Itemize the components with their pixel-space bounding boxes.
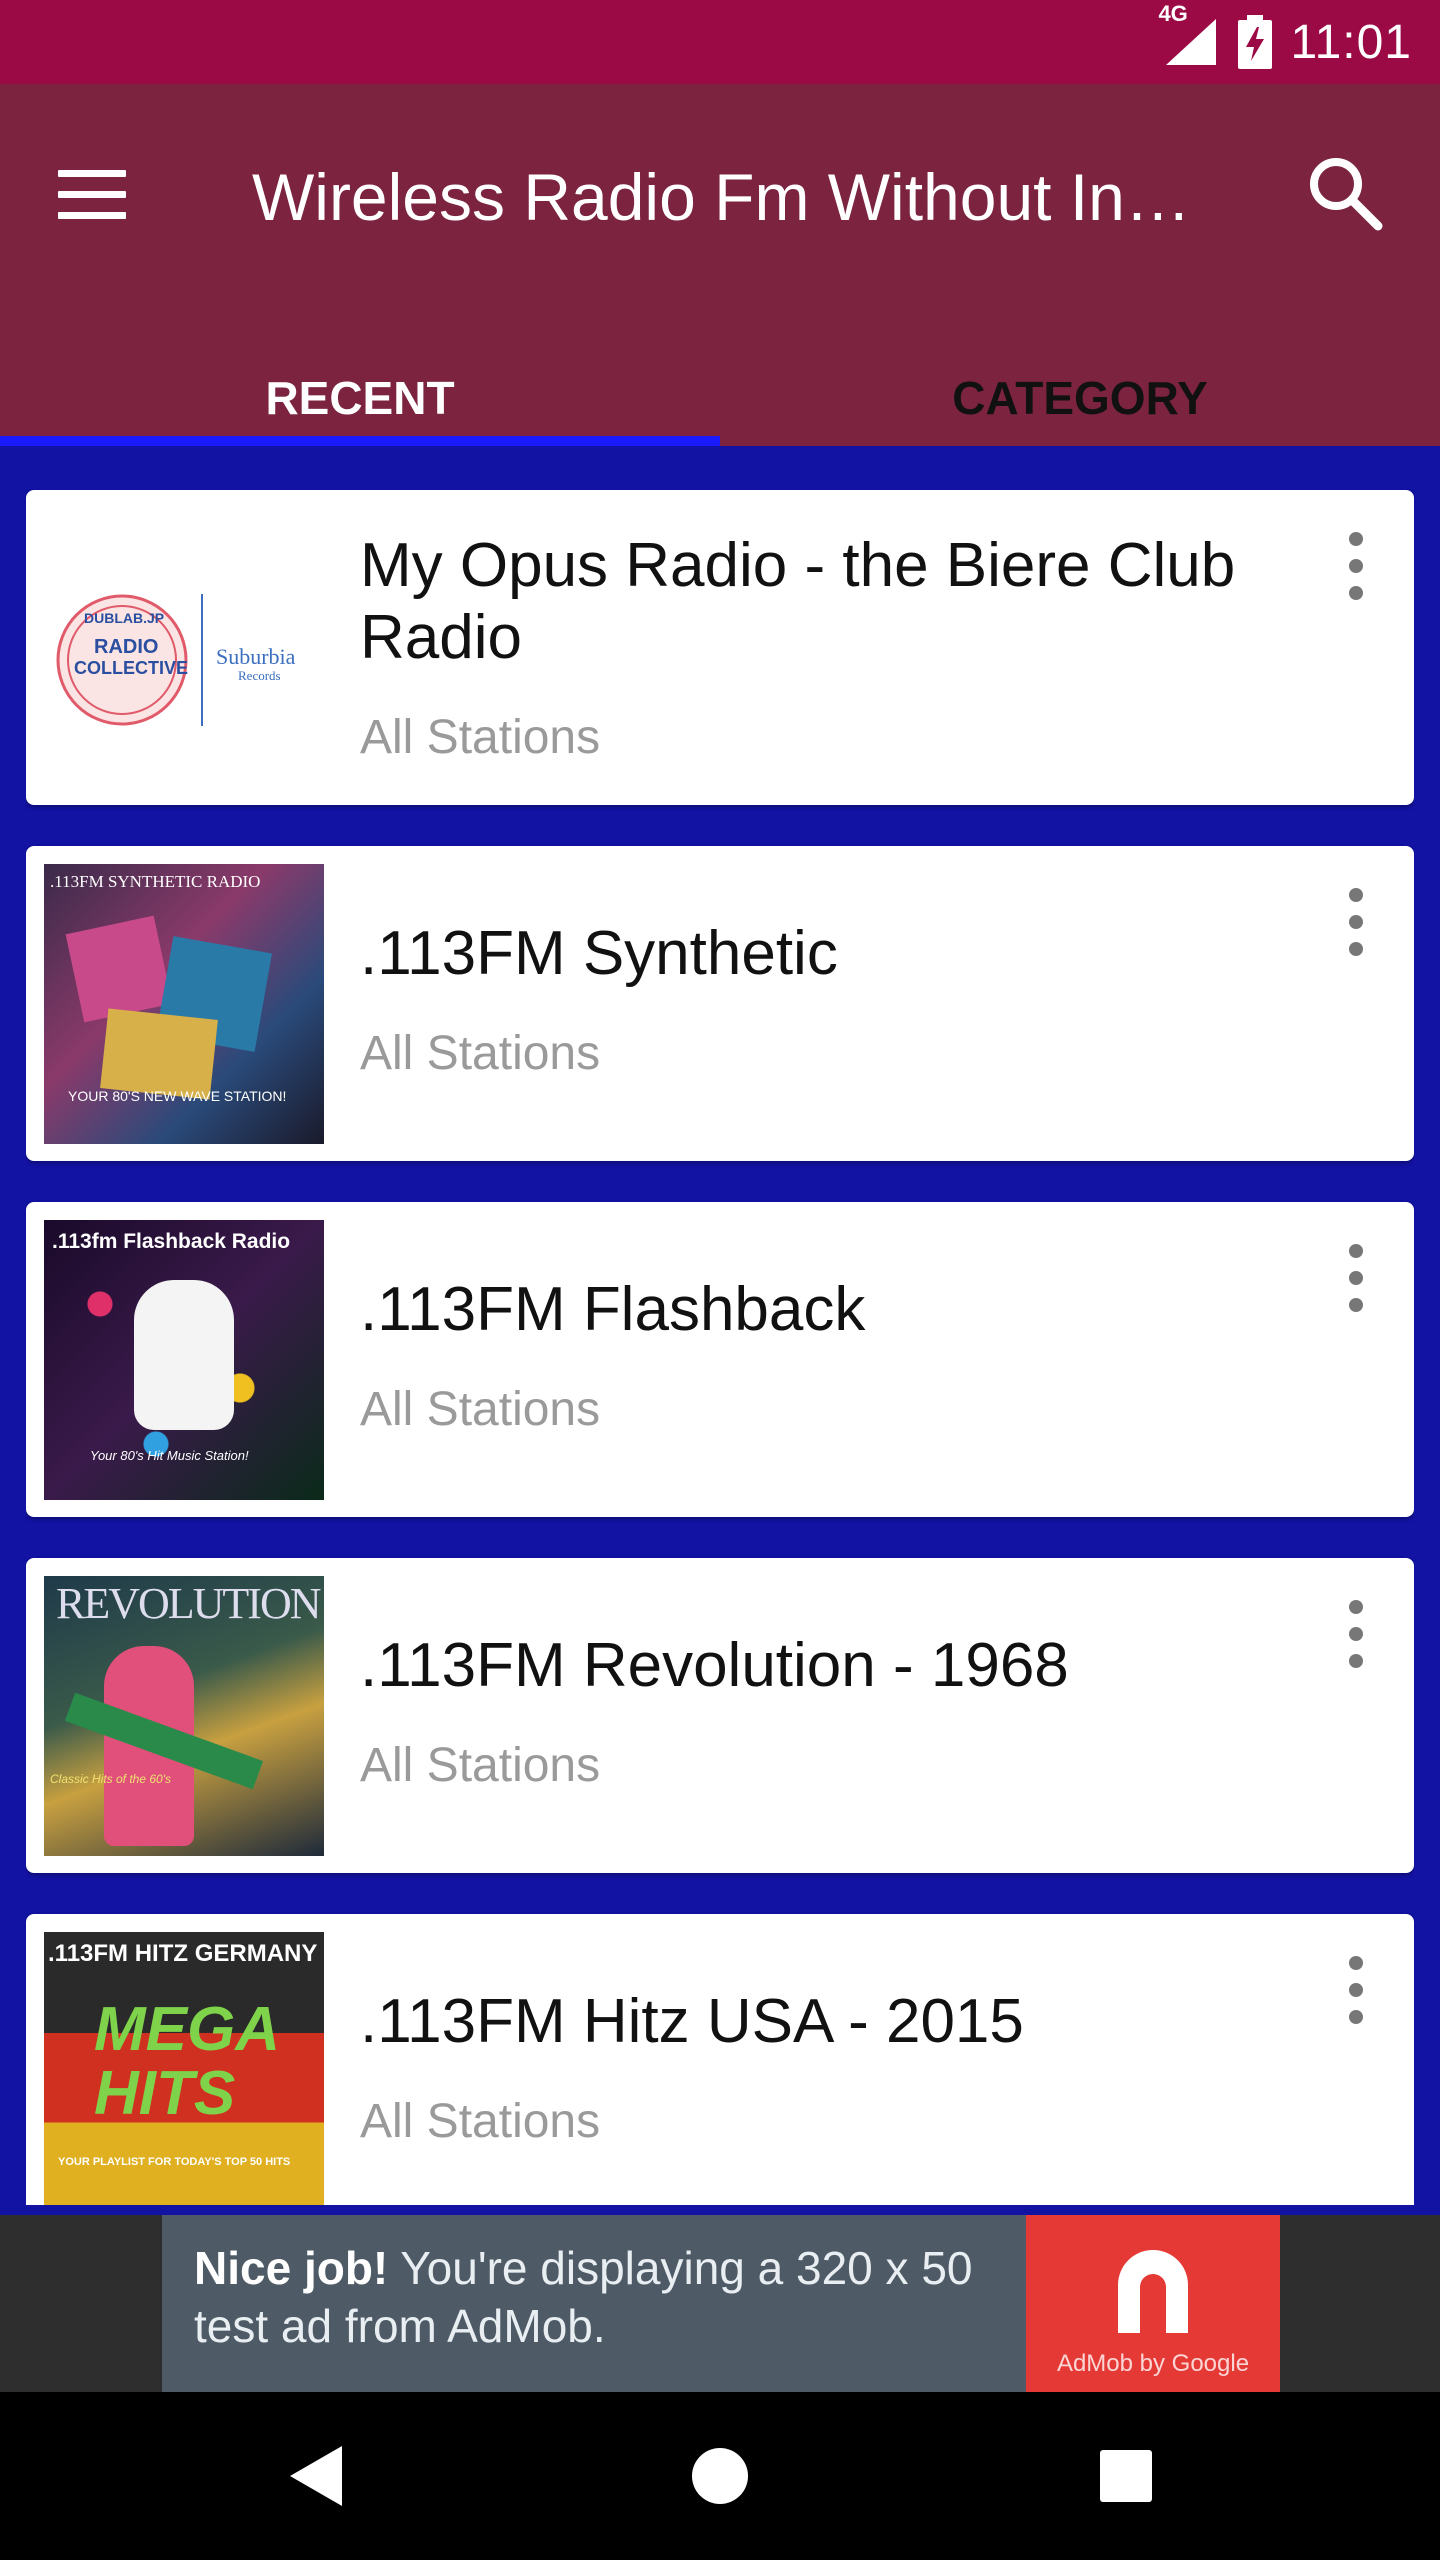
thumb-title: .113fm Flashback Radio — [52, 1230, 291, 1253]
station-logo: REVOLUTION Classic Hits of the 60's — [44, 1576, 324, 1856]
ad-text-bold: Nice job! — [194, 2242, 389, 2294]
navigation-bar — [0, 2392, 1440, 2560]
thumb-caption: Classic Hits of the 60's — [50, 1772, 172, 1786]
thumb-headline: MEGA HITS — [94, 1995, 278, 2128]
more-options-icon[interactable] — [1336, 1238, 1376, 1318]
astronaut-figure — [134, 1280, 234, 1430]
station-subtitle: All Stations — [360, 2095, 601, 2148]
more-options-icon[interactable] — [1336, 526, 1376, 606]
thumb-title: .113FM SYNTHETIC RADIO — [50, 872, 261, 891]
station-card[interactable]: .113FM HITZ GERMANY MEGA HITS YOUR PLAYL… — [26, 1914, 1414, 2205]
logo-text: DUBLAB.JP — [84, 610, 165, 626]
station-title: .113FM Hitz USA - 2015 — [360, 1987, 1024, 2056]
ad-text: Nice job! You're displaying a 320 x 50 t… — [194, 2239, 1014, 2355]
tab-indicator — [0, 436, 720, 446]
station-title: .113FM Revolution - 1968 — [360, 1631, 1069, 1700]
thumb-caption: YOUR PLAYLIST FOR TODAY'S TOP 50 HITS — [58, 2156, 291, 2168]
station-title: .113FM Synthetic — [360, 919, 838, 988]
home-icon[interactable] — [690, 2446, 750, 2506]
tab-category[interactable]: CATEGORY — [720, 362, 1440, 454]
logo-text: Suburbia — [216, 644, 296, 669]
album-shape — [100, 1008, 218, 1100]
station-logo: DUBLAB.JP RADIO COLLECTIVE Suburbia Reco… — [44, 508, 324, 788]
ad-banner[interactable]: Nice job! You're displaying a 320 x 50 t… — [0, 2215, 1440, 2392]
station-card[interactable]: DUBLAB.JP RADIO COLLECTIVE Suburbia Reco… — [26, 490, 1414, 805]
album-shape — [65, 915, 173, 1023]
thumb-caption: Your 80's Hit Music Station! — [90, 1448, 249, 1463]
recents-icon[interactable] — [1098, 2448, 1154, 2504]
logo-text: Records — [238, 668, 281, 683]
logo-text: RADIO — [94, 636, 159, 658]
thumb-caption: YOUR 80'S NEW WAVE STATION! — [68, 1088, 287, 1104]
station-logo: .113FM HITZ GERMANY MEGA HITS YOUR PLAYL… — [44, 1932, 324, 2205]
app-bar: Wireless Radio Fm Without In… RECENT CAT… — [0, 84, 1440, 446]
more-options-icon[interactable] — [1336, 1594, 1376, 1674]
admob-logo-text: AdMob by Google — [1056, 2350, 1250, 2377]
hamburger-menu-icon[interactable] — [58, 154, 138, 234]
station-logo: .113FM SYNTHETIC RADIO YOUR 80'S NEW WAV… — [44, 864, 324, 1144]
station-card[interactable]: REVOLUTION Classic Hits of the 60's .113… — [26, 1558, 1414, 1873]
thumb-title: .113FM HITZ GERMANY — [48, 1940, 318, 1967]
more-options-icon[interactable] — [1336, 882, 1376, 962]
status-icons: 4G 11:01 — [1158, 0, 1412, 84]
more-options-icon[interactable] — [1336, 1950, 1376, 2030]
thumb-title: REVOLUTION — [56, 1579, 322, 1628]
back-icon[interactable] — [286, 2442, 346, 2510]
station-title: .113FM Flashback — [360, 1275, 866, 1344]
logo-text: COLLECTIVE — [74, 658, 189, 678]
station-list: DUBLAB.JP RADIO COLLECTIVE Suburbia Reco… — [26, 490, 1414, 2205]
signal-icon: 4G — [1158, 1, 1220, 67]
search-icon[interactable] — [1298, 146, 1394, 242]
station-subtitle: All Stations — [360, 711, 601, 764]
station-subtitle: All Stations — [360, 1027, 601, 1080]
station-card[interactable]: .113FM SYNTHETIC RADIO YOUR 80'S NEW WAV… — [26, 846, 1414, 1161]
station-subtitle: All Stations — [360, 1383, 601, 1436]
network-type-label: 4G — [1158, 1, 1188, 26]
ad-content[interactable]: Nice job! You're displaying a 320 x 50 t… — [162, 2215, 1280, 2392]
clock: 11:01 — [1290, 15, 1412, 69]
admob-logo: AdMob by Google — [1026, 2215, 1280, 2392]
station-card[interactable]: .113fm Flashback Radio Your 80's Hit Mus… — [26, 1202, 1414, 1517]
station-subtitle: All Stations — [360, 1739, 601, 1792]
station-logo: .113fm Flashback Radio Your 80's Hit Mus… — [44, 1220, 324, 1500]
status-bar: 4G 11:01 — [0, 0, 1440, 84]
battery-charging-icon — [1238, 15, 1273, 69]
page-title: Wireless Radio Fm Without In… — [252, 160, 1191, 234]
station-title: My Opus Radio - the Biere Club Radio — [360, 531, 1236, 672]
